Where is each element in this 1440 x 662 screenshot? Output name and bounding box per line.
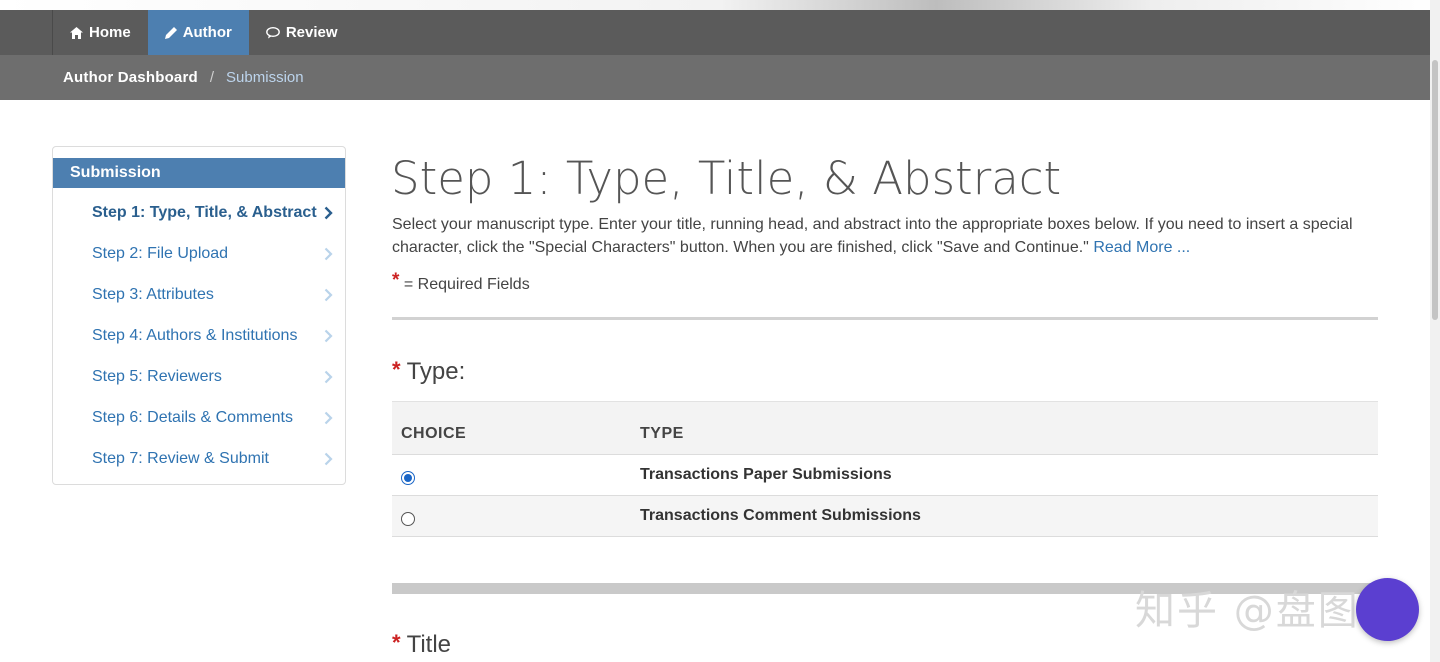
type-radio-comment[interactable] — [401, 512, 415, 526]
breadcrumb-author-dashboard[interactable]: Author Dashboard — [63, 69, 198, 86]
type-table: CHOICE TYPE Transactions Paper Submissio… — [392, 401, 1378, 537]
speech-bubble-icon — [265, 26, 280, 39]
chevron-right-icon — [323, 236, 333, 272]
required-legend-text: = Required Fields — [403, 276, 530, 293]
sidebar-step-label: Step 3: Attributes — [92, 286, 214, 303]
breadcrumb-separator: / — [209, 69, 215, 86]
sidebar-step-label: Step 1: Type, Title, & Abstract — [92, 204, 317, 221]
instructions-text: Select your manuscript type. Enter your … — [392, 213, 1382, 259]
sidebar-step-label: Step 4: Authors & Institutions — [92, 327, 298, 344]
nav-group: Home Author Review — [52, 10, 355, 55]
required-star: * — [392, 630, 401, 655]
nav-author[interactable]: Author — [147, 10, 249, 55]
chevron-right-icon — [323, 359, 333, 395]
home-icon — [70, 26, 83, 39]
sidebar-step-label: Step 5: Reviewers — [92, 368, 222, 385]
read-more-link[interactable]: Read More ... — [1093, 239, 1190, 256]
sidebar-step-6[interactable]: Step 6: Details & Comments — [53, 400, 345, 436]
section-divider — [392, 317, 1378, 320]
page-title: Step 1: Type, Title, & Abstract — [391, 152, 1062, 205]
table-row[interactable]: Transactions Comment Submissions — [392, 496, 1378, 537]
sidebar-header: Submission — [53, 158, 345, 188]
required-star: * — [392, 357, 401, 382]
chevron-right-icon — [323, 400, 333, 436]
breadcrumb: Author Dashboard / Submission — [0, 55, 1430, 100]
nav-author-label: Author — [182, 24, 232, 41]
type-radio-paper[interactable] — [401, 471, 415, 485]
table-row[interactable]: Transactions Paper Submissions — [392, 455, 1378, 496]
chevron-right-icon — [323, 195, 333, 231]
type-cell: Transactions Comment Submissions — [640, 507, 921, 524]
required-fields-legend: * = Required Fields — [392, 270, 530, 294]
sidebar-step-3[interactable]: Step 3: Attributes — [53, 277, 345, 313]
column-header-choice: CHOICE — [401, 425, 467, 442]
type-section-label: * Type: — [392, 357, 465, 386]
nav-home-label: Home — [89, 24, 131, 41]
sidebar-step-label: Step 2: File Upload — [92, 245, 229, 262]
sidebar-step-label: Step 6: Details & Comments — [92, 409, 293, 426]
floating-action-button[interactable] — [1356, 578, 1419, 641]
choice-cell — [392, 506, 640, 526]
type-label-text: Type: — [406, 358, 466, 385]
title-label-text: Title — [406, 631, 452, 658]
sidebar-step-2[interactable]: Step 2: File Upload — [53, 236, 345, 272]
nav-review[interactable]: Review — [249, 10, 355, 55]
chevron-right-icon — [323, 318, 333, 354]
sidebar-step-4[interactable]: Step 4: Authors & Institutions — [53, 318, 345, 354]
type-cell: Transactions Paper Submissions — [640, 466, 892, 483]
choice-cell — [392, 465, 640, 485]
nav-review-label: Review — [285, 24, 338, 41]
submission-sidebar: Submission Step 1: Type, Title, & Abstra… — [52, 146, 346, 485]
scrollbar-thumb[interactable] — [1432, 60, 1438, 320]
sidebar-step-1[interactable]: Step 1: Type, Title, & Abstract — [53, 195, 345, 231]
nav-home[interactable]: Home — [53, 10, 148, 55]
pencil-icon — [164, 26, 177, 39]
sidebar-step-label: Step 7: Review & Submit — [92, 450, 269, 467]
required-star: * — [392, 270, 400, 291]
column-header-type: TYPE — [640, 425, 684, 442]
title-section-label: * Title — [392, 630, 451, 659]
chevron-right-icon — [323, 441, 333, 477]
chevron-right-icon — [323, 277, 333, 313]
instructions-body: Select your manuscript type. Enter your … — [392, 216, 1353, 256]
sidebar-step-7[interactable]: Step 7: Review & Submit — [53, 441, 345, 477]
table-header: CHOICE TYPE — [392, 402, 1378, 455]
top-navbar: Home Author Review — [0, 10, 1430, 55]
sidebar-step-5[interactable]: Step 5: Reviewers — [53, 359, 345, 395]
breadcrumb-current: Submission — [226, 69, 304, 86]
page-scrollbar[interactable] — [1430, 0, 1440, 662]
browser-top-strip — [0, 0, 1440, 10]
